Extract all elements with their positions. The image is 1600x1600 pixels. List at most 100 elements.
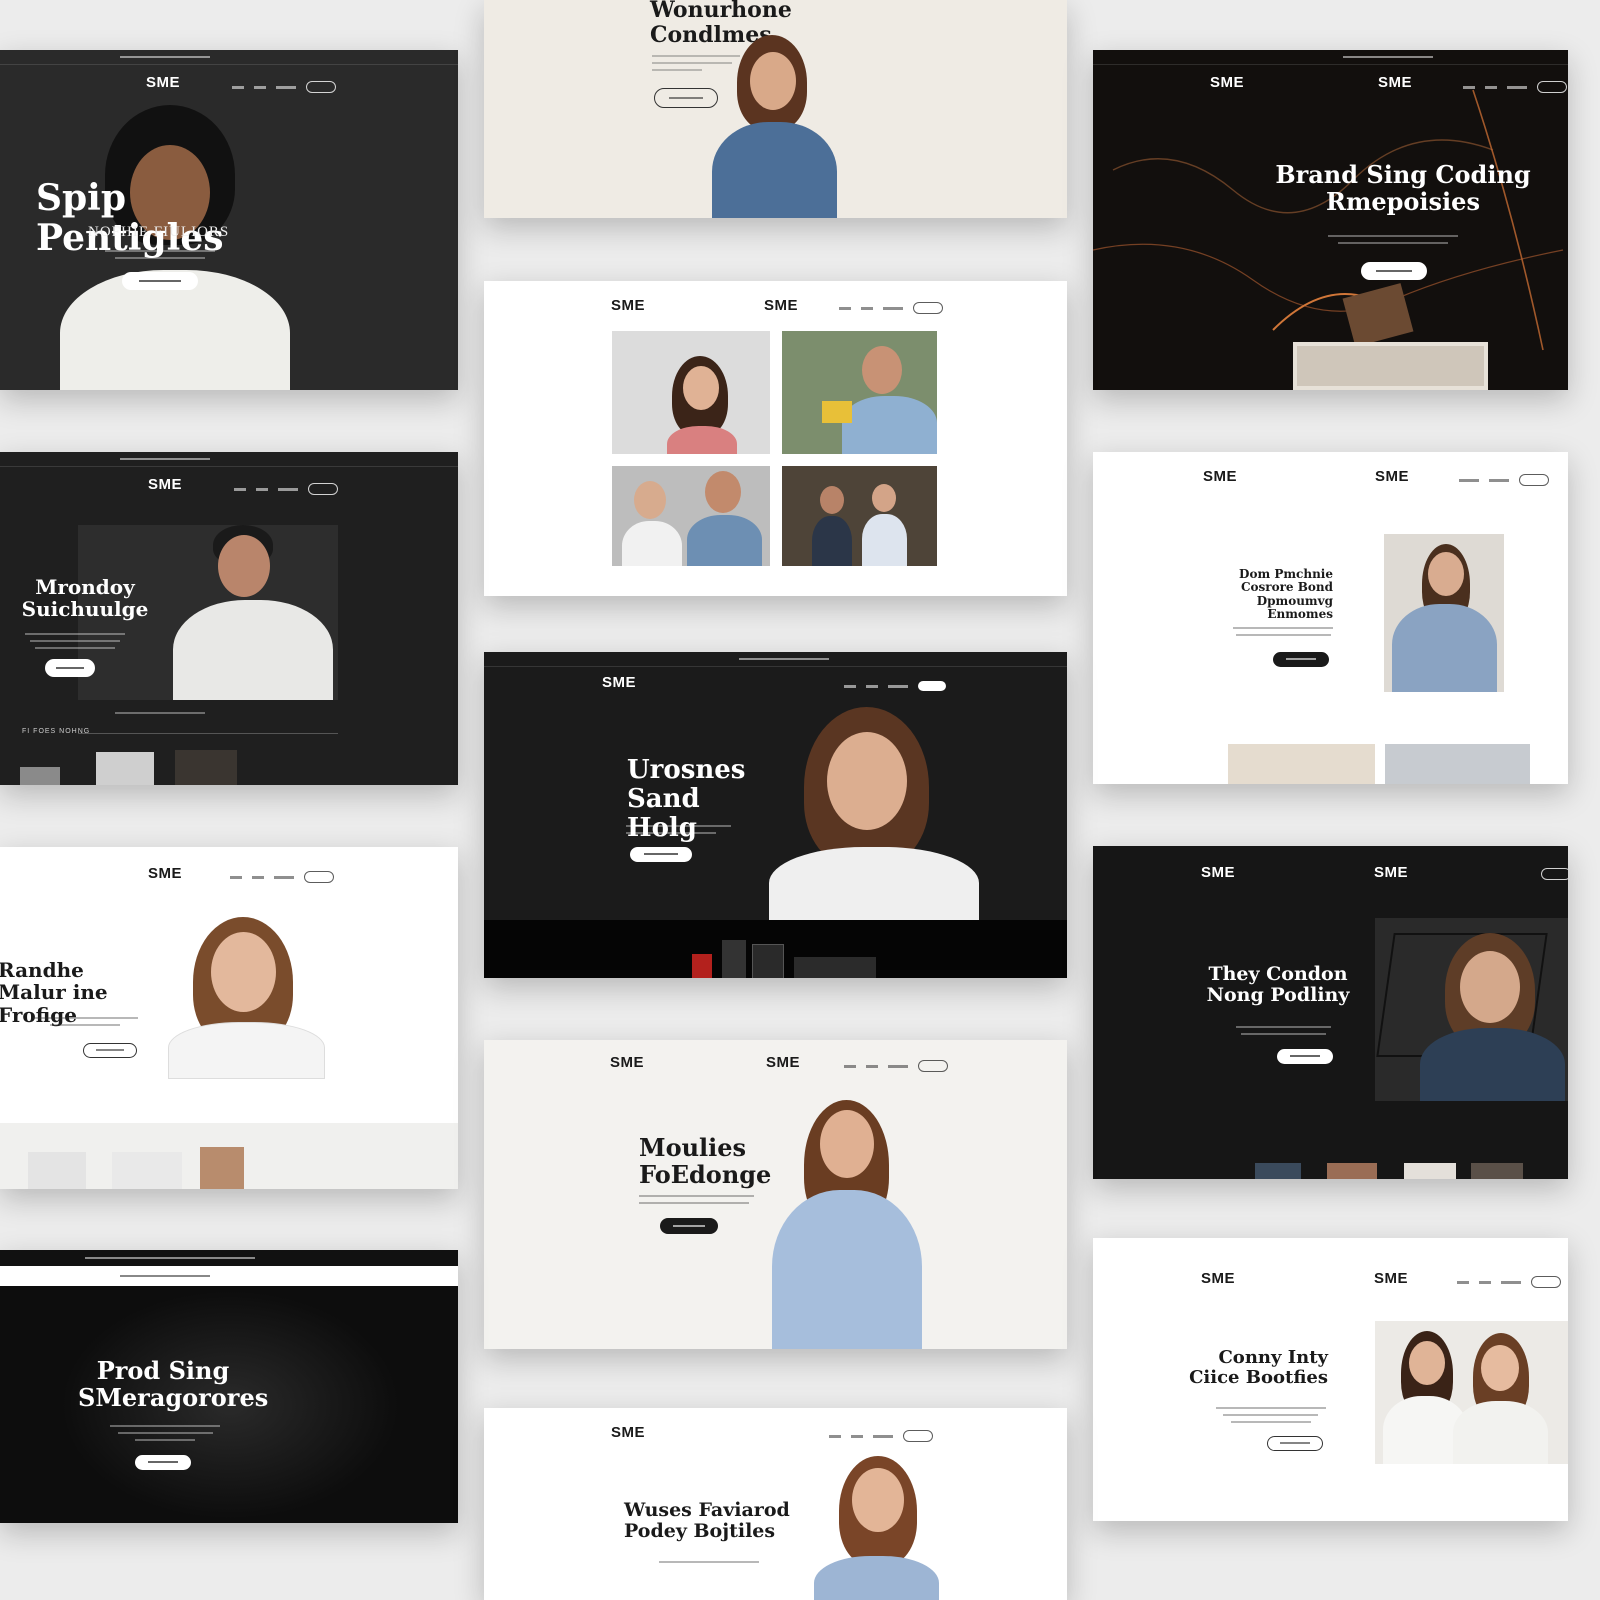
cta-button[interactable] xyxy=(654,88,718,108)
top-nav[interactable] xyxy=(844,1060,948,1072)
brand-logo: SME xyxy=(611,297,646,314)
brand-logo-secondary: SME xyxy=(1378,74,1413,91)
grid-photo-2[interactable] xyxy=(782,331,937,454)
hero-photo xyxy=(1384,534,1504,692)
product-thumb-card[interactable] xyxy=(794,957,876,978)
template-card-they-condon[interactable]: SME SME They Condon Nong Podliny xyxy=(1093,846,1568,1179)
menu-pill-icon[interactable] xyxy=(903,1430,933,1442)
top-nav[interactable] xyxy=(230,871,334,883)
product-thumb-bottle[interactable] xyxy=(722,940,746,978)
product-thumb-3[interactable] xyxy=(175,750,237,785)
gallery-thumb-1[interactable] xyxy=(1228,744,1375,784)
hero-body-text xyxy=(1228,622,1338,641)
cta-button[interactable] xyxy=(630,847,692,862)
cta-button[interactable] xyxy=(660,1218,718,1234)
cta-button[interactable] xyxy=(122,272,198,290)
thumb-strip-2[interactable] xyxy=(1327,1163,1377,1179)
top-nav[interactable] xyxy=(844,681,946,691)
section-rule xyxy=(78,733,338,734)
top-nav[interactable] xyxy=(1463,81,1567,93)
hero-body-text xyxy=(639,1190,759,1209)
template-card-urosnes[interactable]: SME Urosnes Sand Holg xyxy=(484,652,1067,978)
top-nav[interactable] xyxy=(232,81,336,93)
top-nav[interactable] xyxy=(234,483,338,495)
menu-pill-icon[interactable] xyxy=(308,483,338,495)
section-divider-text xyxy=(110,707,210,719)
brand-logo: SME xyxy=(146,74,181,91)
menu-pill-icon[interactable] xyxy=(913,302,943,314)
hero-portrait xyxy=(814,1456,939,1600)
menu-pill-icon[interactable] xyxy=(1537,81,1567,93)
template-card-wuses[interactable]: SME Wuses Faviarod Podey Bojtiles xyxy=(484,1408,1067,1600)
grid-photo-4[interactable] xyxy=(782,466,937,566)
menu-pill-icon[interactable] xyxy=(1541,868,1568,880)
hero-subline: NOFHIE FIULIORS xyxy=(88,224,230,240)
product-thumb-1[interactable] xyxy=(28,1152,86,1189)
hero-photo xyxy=(1375,918,1568,1101)
hero-body-text xyxy=(1323,230,1463,249)
grid-photo-1[interactable] xyxy=(612,331,770,454)
thumb-strip-1[interactable] xyxy=(1255,1163,1301,1179)
brand-logo: SME xyxy=(602,674,637,691)
template-card-prod-sing[interactable]: Prod Sing SMeragorores xyxy=(0,1250,458,1523)
brand-logo-secondary: SME xyxy=(1374,1270,1409,1287)
thumb-strip-3[interactable] xyxy=(1404,1163,1456,1179)
hero-headline: Brand Sing Coding Rmepoisies xyxy=(1275,160,1531,216)
template-card-wonurhone[interactable]: Wonurhone Condlmes xyxy=(484,0,1067,218)
brand-logo: SME xyxy=(1210,74,1245,91)
brand-logo: SME xyxy=(1201,864,1236,881)
cta-button[interactable] xyxy=(1273,652,1329,667)
template-card-randhe-malur[interactable]: SME Randhe Malur ine Frofige xyxy=(0,847,458,1189)
top-nav[interactable] xyxy=(839,302,943,314)
product-thumb-2[interactable] xyxy=(96,752,154,785)
cta-button[interactable] xyxy=(1361,262,1427,280)
menu-pill-icon[interactable] xyxy=(1519,474,1549,486)
brand-logo-secondary: SME xyxy=(1374,864,1409,881)
brand-logo-secondary: SME xyxy=(1375,468,1410,485)
template-card-moulies[interactable]: SME SME Moulies FoEdonge xyxy=(484,1040,1067,1349)
thumb-strip-4[interactable] xyxy=(1471,1163,1523,1179)
template-card-photo-grid[interactable]: SME SME xyxy=(484,281,1067,596)
menu-pill-icon[interactable] xyxy=(306,81,336,93)
cta-button[interactable] xyxy=(83,1043,137,1058)
hero-portrait xyxy=(168,917,325,1079)
menu-pill-icon[interactable] xyxy=(304,871,334,883)
brand-logo: SME xyxy=(1203,468,1238,485)
template-card-conny-inty[interactable]: SME SME Conny Inty Ciice Bootfies xyxy=(1093,1238,1568,1521)
hero-body-text xyxy=(30,1012,140,1031)
brand-logo: SME xyxy=(1201,1270,1236,1287)
announcement-bar xyxy=(484,652,1067,667)
hero-body-text xyxy=(20,628,130,654)
gallery-thumb-2[interactable] xyxy=(1385,744,1530,784)
product-thumb-red[interactable] xyxy=(692,954,712,978)
menu-pill-icon[interactable] xyxy=(1531,1276,1561,1288)
template-card-brand-sing[interactable]: SME SME Brand Sing Coding Rmepoisies xyxy=(1093,50,1568,390)
hero-photo xyxy=(1375,1321,1568,1464)
hero-body-text xyxy=(105,1420,225,1446)
cta-button[interactable] xyxy=(1267,1436,1323,1451)
cta-button[interactable] xyxy=(135,1455,191,1470)
template-card-spip-pentigles[interactable]: SME Spip Pentigles NOFHIE FIULIORS xyxy=(0,50,458,390)
grid-photo-3[interactable] xyxy=(612,466,770,566)
template-card-mrondoy[interactable]: SME Mrondoy Suichuulge FI FOES NOHNG xyxy=(0,452,458,785)
template-card-dom-pmchnie[interactable]: SME SME Dom Pmchnie Cosrore Bond Dpmoumv… xyxy=(1093,452,1568,784)
cta-button[interactable] xyxy=(1277,1049,1333,1064)
top-nav[interactable] xyxy=(1457,1276,1561,1288)
product-thumb-3[interactable] xyxy=(200,1147,244,1189)
hero-headline: They Condon Nong Podliny xyxy=(1206,963,1350,1007)
brand-logo: SME xyxy=(611,1424,646,1441)
announcement-bar xyxy=(0,50,458,65)
brand-logo-secondary: SME xyxy=(766,1054,801,1071)
menu-pill-icon[interactable] xyxy=(918,681,946,691)
hero-portrait xyxy=(712,30,837,218)
top-nav[interactable] xyxy=(829,1430,933,1442)
hero-portrait xyxy=(772,1100,922,1349)
product-thumb-1[interactable] xyxy=(20,767,60,785)
product-thumb-box[interactable] xyxy=(752,944,784,978)
top-nav[interactable] xyxy=(1459,474,1549,486)
menu-pill-icon[interactable] xyxy=(918,1060,948,1072)
secondary-bar xyxy=(0,1266,458,1286)
hero-body-text xyxy=(626,820,736,839)
cta-button[interactable] xyxy=(45,659,95,677)
product-thumb-2[interactable] xyxy=(112,1152,182,1189)
